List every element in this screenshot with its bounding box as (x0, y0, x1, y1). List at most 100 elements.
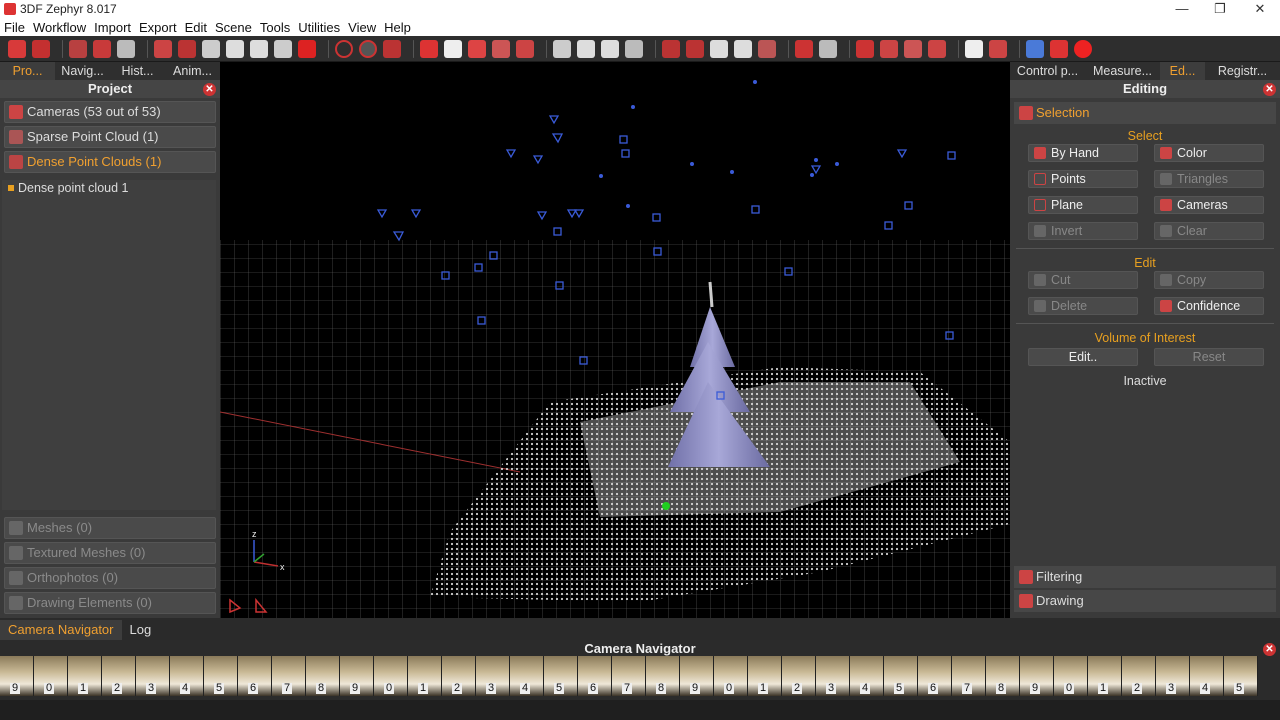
camera-icon[interactable] (298, 39, 316, 58)
menu-export[interactable]: Export (135, 20, 181, 35)
camera-thumbnail[interactable]: 9 (680, 656, 714, 696)
menu-scene[interactable]: Scene (211, 20, 256, 35)
tool-c-icon[interactable] (601, 39, 619, 58)
camera-thumbnail[interactable]: 6 (578, 656, 612, 696)
close-button[interactable]: ✕ (1240, 0, 1280, 18)
by-hand-button[interactable]: By Hand (1028, 144, 1138, 162)
thumbnail-scrollbar[interactable] (0, 700, 1280, 720)
camera-thumbnail[interactable]: 4 (1190, 656, 1224, 696)
camera-thumbnail[interactable]: 1 (68, 656, 102, 696)
cameras-button[interactable]: Cameras (1154, 196, 1264, 214)
project-item-meshes[interactable]: Meshes (0) (4, 517, 216, 539)
camera-thumbnail[interactable]: 5 (204, 656, 238, 696)
menu-file[interactable]: File (0, 20, 29, 35)
tab-project[interactable]: Pro... (0, 62, 55, 80)
measure-icon[interactable] (904, 39, 922, 58)
sparse-cloud-icon[interactable] (154, 39, 172, 58)
camera-thumbnail[interactable]: 3 (816, 656, 850, 696)
tab-measure[interactable]: Measure... (1085, 62, 1160, 80)
menu-help[interactable]: Help (380, 20, 415, 35)
camera-thumbnail[interactable]: 7 (952, 656, 986, 696)
camera-thumbnail[interactable]: 1 (1088, 656, 1122, 696)
menu-edit[interactable]: Edit (181, 20, 211, 35)
orbit-icon[interactable] (359, 39, 377, 58)
camera-thumbnail[interactable]: 9 (0, 656, 34, 696)
camera-thumbnail[interactable]: 5 (1224, 656, 1258, 696)
voi-reset-button[interactable]: Reset (1154, 348, 1264, 366)
tab-camera-navigator[interactable]: Camera Navigator (0, 620, 122, 640)
tab-log[interactable]: Log (122, 620, 160, 640)
camera-thumbnail[interactable]: 3 (1156, 656, 1190, 696)
script-icon[interactable] (965, 39, 983, 58)
camera-thumbnail[interactable]: 8 (306, 656, 340, 696)
points-icon[interactable] (383, 39, 401, 58)
redo-icon[interactable] (819, 39, 837, 58)
camera-thumbnail[interactable]: 4 (170, 656, 204, 696)
import-icon[interactable] (69, 39, 87, 58)
tool-b-icon[interactable] (577, 39, 595, 58)
settings-icon[interactable] (989, 39, 1007, 58)
project-item-dense[interactable]: Dense Point Clouds (1) (4, 151, 216, 173)
cube-blue-icon[interactable] (1026, 39, 1044, 58)
menu-tools[interactable]: Tools (256, 20, 294, 35)
project-item-orthophotos[interactable]: Orthophotos (0) (4, 567, 216, 589)
rotate-icon[interactable] (335, 39, 353, 58)
camera-thumbnail[interactable]: 6 (918, 656, 952, 696)
project-item-drawing[interactable]: Drawing Elements (0) (4, 592, 216, 614)
points-button[interactable]: Points (1028, 170, 1138, 188)
camera-thumbnail[interactable]: 5 (544, 656, 578, 696)
textured-mesh-icon[interactable] (226, 39, 244, 58)
project-item-textured[interactable]: Textured Meshes (0) (4, 542, 216, 564)
project-item-cameras[interactable]: Cameras (53 out of 53) (4, 101, 216, 123)
maximize-button[interactable]: ❐ (1200, 0, 1240, 18)
menu-import[interactable]: Import (90, 20, 135, 35)
tab-history[interactable]: Hist... (110, 62, 165, 80)
cube-white-icon[interactable] (117, 39, 135, 58)
cube-red-icon[interactable] (93, 39, 111, 58)
cut-button[interactable]: Cut (1028, 271, 1138, 289)
camera-thumbnail[interactable]: 7 (612, 656, 646, 696)
tool-d-icon[interactable] (625, 39, 643, 58)
wireframe-icon[interactable] (492, 39, 510, 58)
voi-edit-button[interactable]: Edit.. (1028, 348, 1138, 366)
hexagon-alt-icon[interactable] (734, 39, 752, 58)
camera-thumbnail[interactable]: 1 (408, 656, 442, 696)
camera-thumbnail[interactable]: 2 (782, 656, 816, 696)
camera-thumbnail[interactable]: 5 (884, 656, 918, 696)
triangle-red-icon[interactable] (468, 39, 486, 58)
confidence-button[interactable]: Confidence (1154, 297, 1264, 315)
filtering-section[interactable]: Filtering (1014, 566, 1276, 588)
save-project-icon[interactable] (32, 39, 50, 58)
new-project-icon[interactable] (8, 39, 26, 58)
crop-icon[interactable] (880, 39, 898, 58)
color-button[interactable]: Color (1154, 144, 1264, 162)
pointer-icon[interactable] (420, 39, 438, 58)
project-item-sparse[interactable]: Sparse Point Cloud (1) (4, 126, 216, 148)
camera-thumbnail[interactable]: 8 (986, 656, 1020, 696)
brush-icon[interactable] (516, 39, 534, 58)
camera-thumbnail[interactable]: 0 (374, 656, 408, 696)
tab-registration[interactable]: Registr... (1205, 62, 1280, 80)
camera-thumbnail[interactable]: 2 (442, 656, 476, 696)
tool-a-icon[interactable] (553, 39, 571, 58)
cube-outline-icon[interactable] (1050, 39, 1068, 58)
camera-thumbnail[interactable]: 3 (136, 656, 170, 696)
close-panel-icon[interactable]: ✕ (203, 83, 216, 96)
dense-cloud-icon[interactable] (178, 39, 196, 58)
camera-thumbnail[interactable]: 6 (238, 656, 272, 696)
transform-icon[interactable] (856, 39, 874, 58)
menu-view[interactable]: View (344, 20, 380, 35)
orthophoto-icon[interactable] (250, 39, 268, 58)
undo-icon[interactable] (795, 39, 813, 58)
triangle-white-icon[interactable] (444, 39, 462, 58)
hexagon-icon[interactable] (710, 39, 728, 58)
camera-thumbnail[interactable]: 4 (510, 656, 544, 696)
camera-thumbnail[interactable]: 7 (272, 656, 306, 696)
menu-utilities[interactable]: Utilities (294, 20, 344, 35)
plane-button[interactable]: Plane (1028, 196, 1138, 214)
invert-button[interactable]: Invert (1028, 222, 1138, 240)
3d-viewport[interactable]: z x (220, 62, 1010, 618)
tab-navigation[interactable]: Navig... (55, 62, 110, 80)
chart-icon[interactable] (928, 39, 946, 58)
window-icon[interactable] (758, 39, 776, 58)
